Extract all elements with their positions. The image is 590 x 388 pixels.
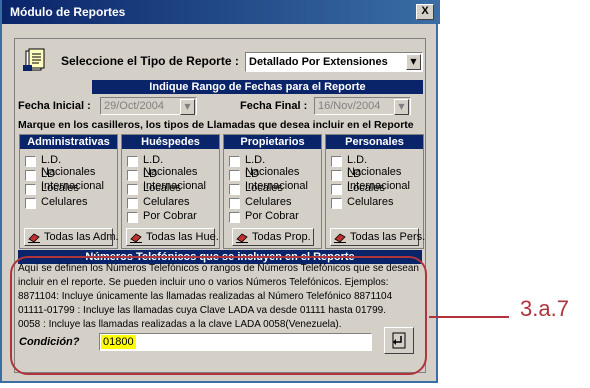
- window-title: Módulo de Reportes: [10, 5, 126, 19]
- checkbox[interactable]: [25, 184, 36, 195]
- checkbox[interactable]: [229, 156, 240, 167]
- checkbox[interactable]: [331, 156, 342, 167]
- eraser-icon: [334, 233, 346, 243]
- end-date-value: 16/Nov/2004: [318, 100, 381, 112]
- column-propietarios: Propietarios L.D. Nacionales LD Internac…: [223, 134, 322, 249]
- checkbox-label: Por Cobrar: [245, 210, 299, 222]
- eraser-icon: [130, 233, 142, 243]
- checkbox[interactable]: [127, 198, 138, 209]
- select-all-hue-button[interactable]: Todas las Hue.: [126, 228, 219, 246]
- checkbox[interactable]: [25, 198, 36, 209]
- button-label: Todas las Pers.: [350, 231, 426, 243]
- column-header: Administrativas: [20, 135, 117, 149]
- button-label: Todas las Hue.: [146, 231, 219, 243]
- checkbox-label: Locales: [41, 182, 79, 194]
- checkbox[interactable]: [25, 156, 36, 167]
- column-header: Personales: [326, 135, 423, 149]
- report-type-label: Seleccione el Tipo de Reporte :: [61, 54, 239, 68]
- checkbox[interactable]: [331, 184, 342, 195]
- date-range-header: Indique Rango de Fechas para el Reporte: [92, 80, 423, 94]
- checkbox-label: Locales: [347, 182, 385, 194]
- checkbox[interactable]: [127, 212, 138, 223]
- checkbox[interactable]: [25, 170, 36, 181]
- checkbox-label: Celulares: [143, 196, 190, 208]
- chevron-down-icon[interactable]: ▼: [394, 99, 409, 115]
- select-all-prop-button[interactable]: Todas Prop.: [232, 228, 314, 246]
- checkbox[interactable]: [331, 170, 342, 181]
- start-date-value: 29/Oct/2004: [104, 100, 164, 112]
- start-date-label: Fecha Inicial :: [18, 100, 91, 112]
- checkbox-label: Locales: [245, 182, 283, 194]
- callout-arrow: [429, 316, 509, 318]
- checkbox-label: Celulares: [245, 196, 292, 208]
- checkbox[interactable]: [229, 184, 240, 195]
- checkbox-label: Locales: [143, 182, 181, 194]
- checkbox-label: Por Cobrar: [143, 210, 197, 222]
- start-date-picker[interactable]: 29/Oct/2004 ▼: [100, 97, 197, 115]
- checkbox[interactable]: [127, 156, 138, 167]
- report-type-value: Detallado Por Extensiones: [249, 56, 388, 68]
- column-administrativas: Administrativas L.D. Nacionales LD Inter…: [19, 134, 119, 249]
- checkbox[interactable]: [229, 170, 240, 181]
- end-date-picker[interactable]: 16/Nov/2004 ▼: [314, 97, 411, 115]
- close-button[interactable]: X: [416, 4, 434, 20]
- report-icon: [23, 48, 45, 71]
- button-label: Todas las Adm.: [44, 231, 119, 243]
- chevron-down-icon[interactable]: ▼: [406, 54, 421, 70]
- callout-label: 3.a.7: [520, 296, 569, 321]
- checkbox-label: Celulares: [347, 196, 394, 208]
- eraser-icon: [28, 233, 40, 243]
- instructions-text: Marque en los casilleros, los tipos de L…: [18, 119, 414, 131]
- title-bar[interactable]: Módulo de Reportes X: [2, 0, 440, 24]
- column-personales: Personales L.D. Nacionales LD Internacio…: [325, 134, 425, 249]
- annotation-oval: [10, 256, 427, 375]
- checkbox[interactable]: [331, 198, 342, 209]
- report-type-select[interactable]: Detallado Por Extensiones ▼: [245, 52, 423, 72]
- end-date-label: Fecha Final :: [240, 100, 308, 112]
- button-label: Todas Prop.: [252, 231, 311, 243]
- select-all-pers-button[interactable]: Todas las Pers.: [330, 228, 425, 246]
- checkbox[interactable]: [127, 170, 138, 181]
- column-header: Propietarios: [224, 135, 321, 149]
- checkbox[interactable]: [229, 198, 240, 209]
- checkbox[interactable]: [229, 212, 240, 223]
- eraser-icon: [236, 233, 248, 243]
- checkbox-label: Celulares: [41, 196, 88, 208]
- chevron-down-icon[interactable]: ▼: [180, 99, 195, 115]
- column-huespedes: Huéspedes L.D. Nacionales LD Internacion…: [121, 134, 220, 249]
- checkbox[interactable]: [127, 184, 138, 195]
- column-header: Huéspedes: [122, 135, 219, 149]
- select-all-adm-button[interactable]: Todas las Adm.: [24, 228, 119, 246]
